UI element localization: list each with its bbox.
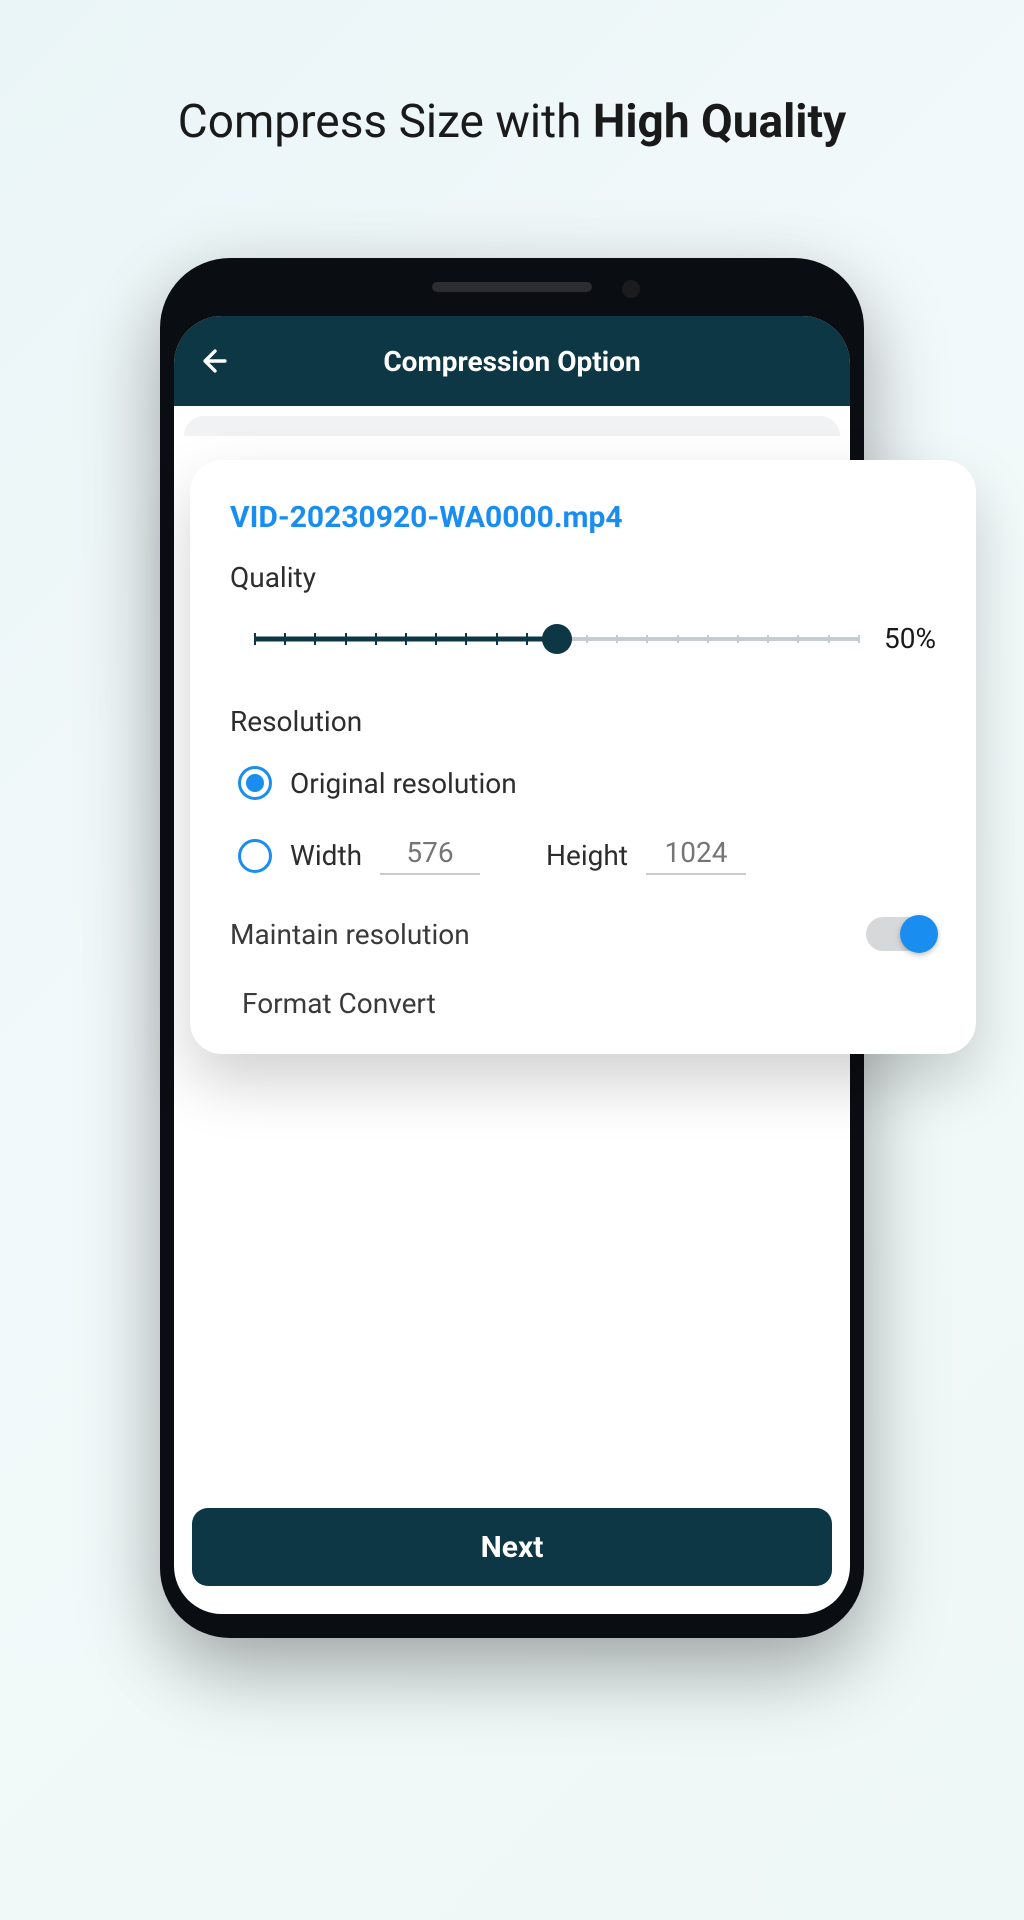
maintain-resolution-toggle[interactable] (866, 917, 936, 951)
width-label: Width (290, 839, 362, 872)
phone-speaker (432, 282, 592, 292)
headline-prefix: Compress Size with (178, 95, 593, 149)
toggle-thumb (900, 915, 938, 953)
phone-camera (622, 280, 640, 298)
app-header: Compression Option (174, 316, 850, 406)
back-button[interactable] (196, 342, 234, 380)
width-input[interactable] (380, 836, 480, 875)
maintain-resolution-row: Maintain resolution (230, 917, 936, 951)
height-input[interactable] (646, 836, 746, 875)
quality-value: 50% (884, 622, 936, 655)
original-resolution-option[interactable]: Original resolution (238, 766, 936, 800)
next-button[interactable]: Next (192, 1508, 832, 1586)
quality-slider[interactable] (254, 624, 860, 654)
headline-bold: High Quality (593, 95, 846, 149)
slider-thumb[interactable] (542, 624, 572, 654)
custom-resolution-option[interactable]: Width Height (238, 836, 936, 875)
radio-original-icon (238, 766, 272, 800)
next-button-label: Next (481, 1530, 544, 1565)
quality-slider-row: 50% (230, 622, 936, 655)
height-label: Height (546, 839, 628, 872)
filename-label: VID-20230920-WA0000.mp4 (230, 500, 936, 535)
quality-label: Quality (230, 561, 936, 594)
marketing-headline: Compress Size with High Quality (0, 95, 1024, 149)
app-title: Compression Option (174, 345, 850, 378)
sheet-background (184, 416, 840, 436)
radio-custom-icon (238, 839, 272, 873)
maintain-resolution-label: Maintain resolution (230, 918, 470, 951)
format-convert-option[interactable]: Format Convert (242, 987, 936, 1020)
resolution-label: Resolution (230, 705, 936, 738)
back-arrow-icon (198, 344, 232, 378)
slider-fill (254, 636, 557, 641)
compression-options-card: VID-20230920-WA0000.mp4 Quality 50% Reso… (190, 460, 976, 1054)
original-resolution-label: Original resolution (290, 767, 517, 800)
